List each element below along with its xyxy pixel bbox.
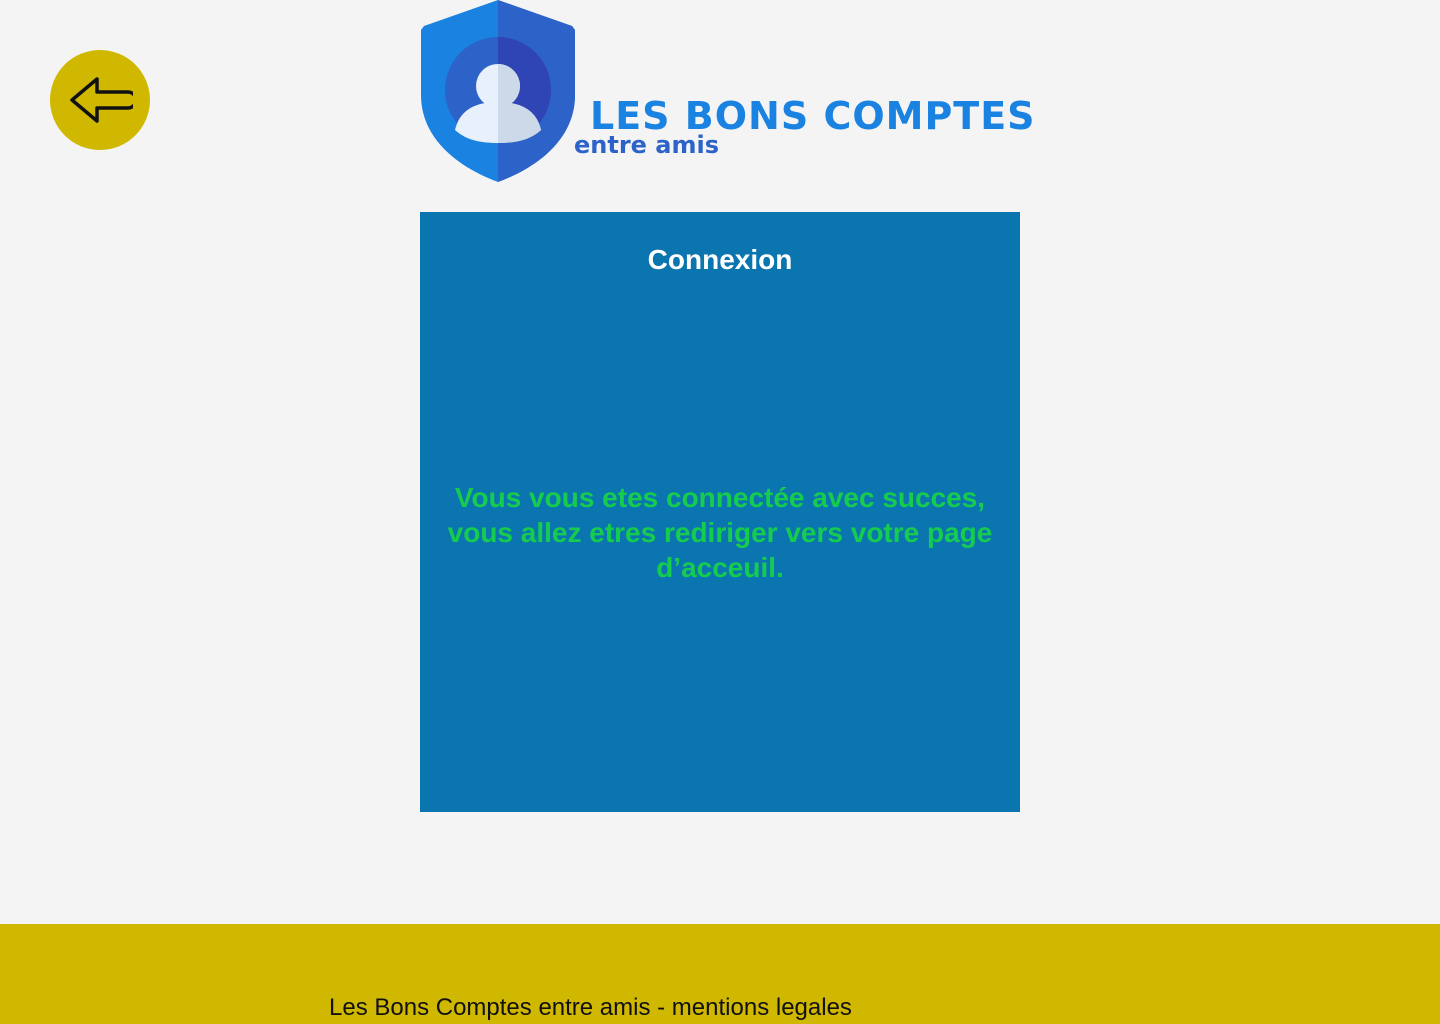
success-message-line: d’acceuil. [656, 552, 784, 583]
logo-subtitle: entre amis [574, 131, 720, 159]
logo: LES BONS COMPTES entre amis [420, 0, 1035, 185]
arrow-left-icon [70, 77, 133, 123]
success-message-line: vous allez etres rediriger vers votre pa… [447, 517, 993, 548]
success-message-line: Vous vous etes connectée avec succes, [454, 482, 986, 513]
back-button[interactable] [50, 50, 150, 150]
card-title: Connexion [647, 244, 793, 275]
success-message: Vous vous etes connectée avec succes, vo… [436, 480, 1004, 585]
footer-legal-link[interactable]: Les Bons Comptes entre amis - mentions l… [329, 994, 852, 1022]
shield-user-icon [421, 0, 575, 182]
footer: Les Bons Comptes entre amis - mentions l… [0, 924, 1440, 1024]
